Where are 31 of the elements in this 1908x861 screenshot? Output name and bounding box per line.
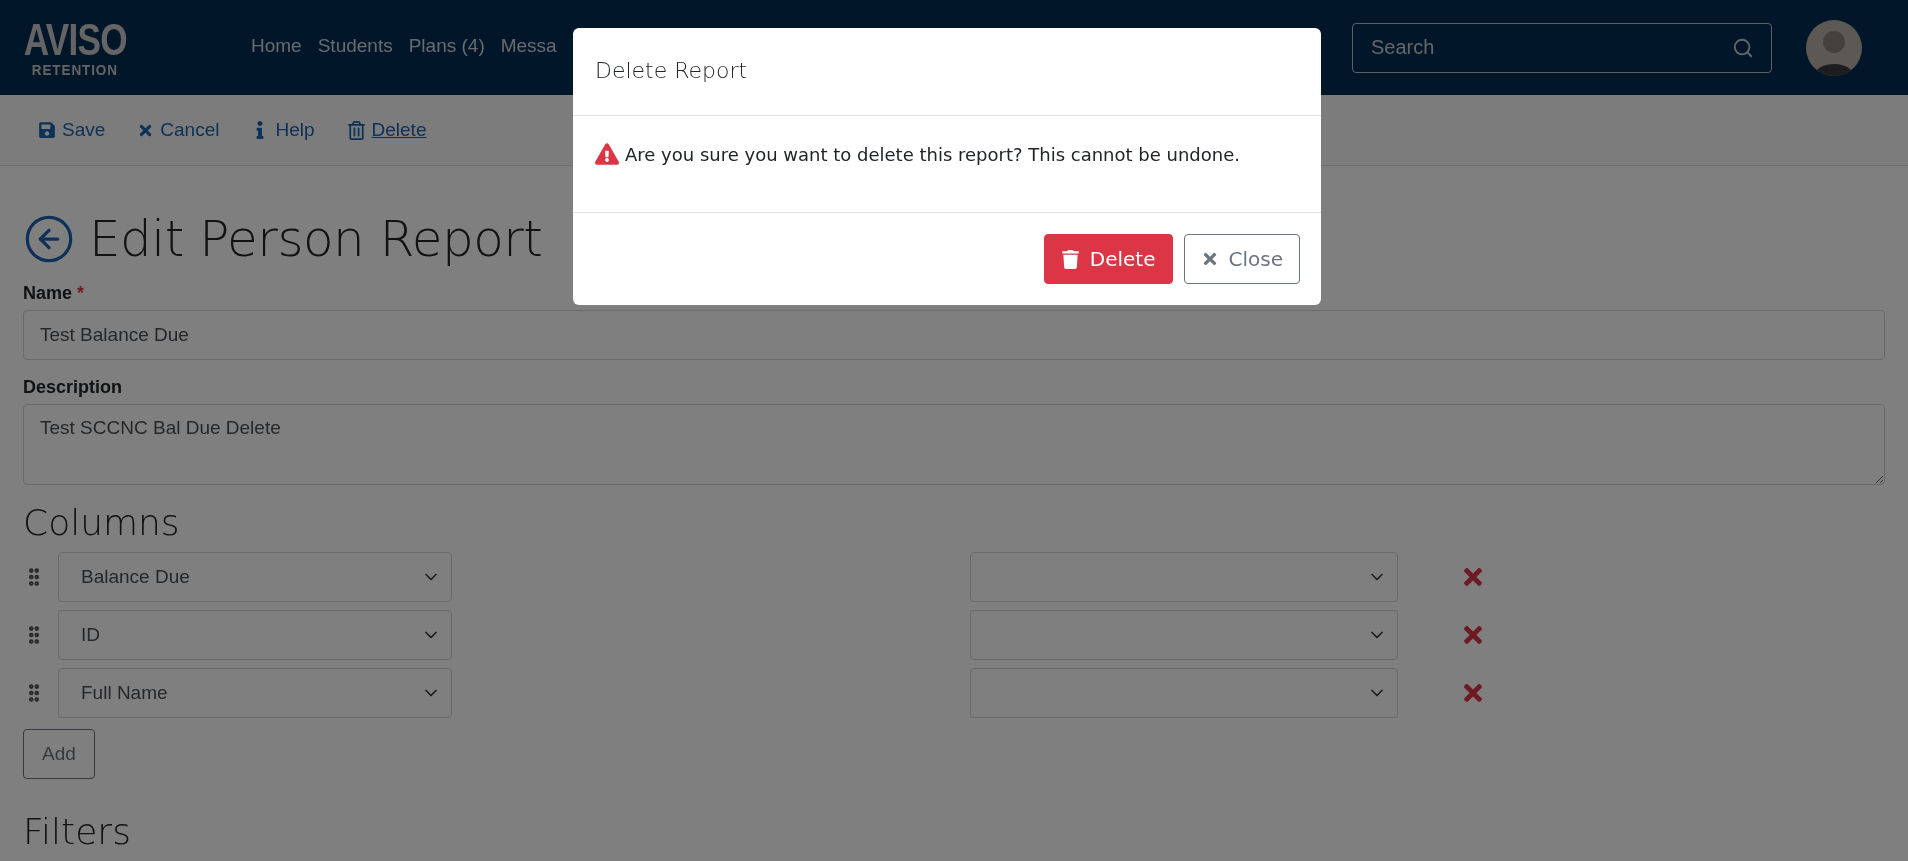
search-field[interactable]: Search xyxy=(1352,22,1772,73)
column-select[interactable]: ID xyxy=(58,609,452,660)
save-icon xyxy=(38,121,56,139)
back-icon[interactable] xyxy=(23,213,75,265)
dialog-title: Delete Report xyxy=(595,58,749,83)
add-button[interactable]: Add xyxy=(23,729,95,779)
nav-link[interactable]: Home xyxy=(243,35,310,57)
toolbar-link[interactable]: Help xyxy=(251,119,315,141)
nav-link[interactable]: Messa xyxy=(492,35,565,57)
dialog-message: Are you sure you want to delete this report? This cannot be undone. xyxy=(625,143,1240,165)
warning-icon xyxy=(595,142,619,166)
field-label: Name * xyxy=(23,283,86,304)
delete-button[interactable]: Delete xyxy=(1043,234,1173,284)
field-label: Description xyxy=(23,377,124,398)
trash-icon xyxy=(1060,249,1080,269)
toolbar-link[interactable]: Delete xyxy=(346,119,427,141)
page-title: Edit Person Report xyxy=(89,210,543,268)
close-button[interactable]: Close xyxy=(1183,234,1300,284)
search-icon xyxy=(1732,36,1754,59)
nav-link[interactable]: Plans (4) xyxy=(400,35,493,57)
trash-icon xyxy=(346,120,366,140)
column-select[interactable]: Full Name xyxy=(58,667,452,718)
name-field[interactable]: Test Balance Due xyxy=(23,310,1885,360)
section-heading: Columns xyxy=(23,502,181,543)
description-field[interactable]: Test SCCNC Bal Due Delete xyxy=(23,404,1885,485)
toolbar-link[interactable]: Save xyxy=(38,119,106,141)
nav-link[interactable]: Students xyxy=(309,35,401,57)
column-select[interactable]: Balance Due xyxy=(58,551,452,602)
section-heading: Filters xyxy=(23,811,132,852)
logo: AVISO RETENTION xyxy=(22,18,128,77)
toolbar-link[interactable]: Cancel xyxy=(137,119,220,141)
